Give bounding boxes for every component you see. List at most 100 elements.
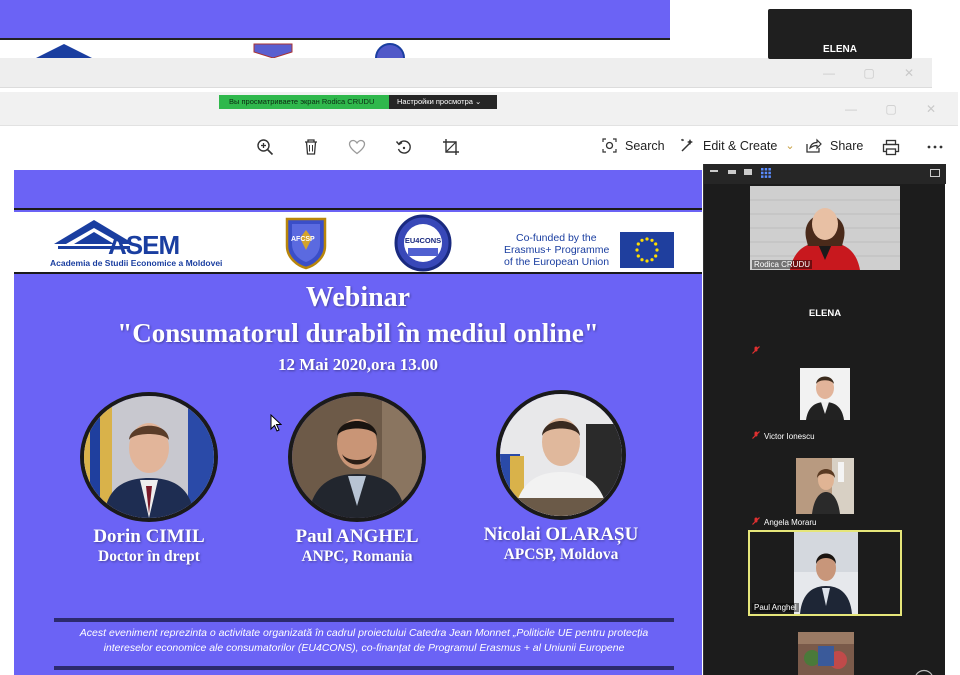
cofunded-line: Co-funded by the <box>516 232 597 244</box>
participant-name: Angela Moraru <box>764 518 817 527</box>
speaker-card: Dorin CIMIL Doctor în drept <box>64 392 234 566</box>
speaker-card: Paul ANGHEL ANPC, Romania <box>272 392 442 566</box>
participant-video <box>796 458 854 514</box>
eu4cons-logo-icon <box>375 43 405 58</box>
speaker-role: APCSP, Moldova <box>503 546 619 563</box>
participant-name: Paul Anghel <box>752 603 799 612</box>
cofunded-line: Erasmus+ Programme <box>504 244 610 256</box>
footer-divider <box>54 618 674 622</box>
footer-text: Acest eveniment reprezinta o activitate … <box>44 626 684 656</box>
speaker-name: Dorin CIMIL <box>93 526 205 547</box>
edit-create-button[interactable]: Edit & Create ⌄ <box>680 138 795 153</box>
maximize-icon[interactable]: ▢ <box>884 102 898 116</box>
participant-tile[interactable]: Victor Ionescu <box>750 358 900 442</box>
muted-mic-icon <box>752 431 760 439</box>
minimize-panel-icon[interactable] <box>710 170 718 172</box>
participant-video <box>800 368 850 420</box>
participant-tile[interactable]: Angela Moraru <box>750 444 900 528</box>
share-button[interactable]: Share <box>806 138 863 153</box>
footer-line: Acest eveniment reprezinta o activitate … <box>79 627 649 639</box>
chevron-down-icon: ⌄ <box>785 140 795 152</box>
share-icon <box>806 138 822 153</box>
zoom-in-icon[interactable] <box>254 136 276 158</box>
asem-subtitle: Academia de Studii Economice a Moldovei <box>50 258 223 268</box>
muted-mic-icon <box>752 346 760 354</box>
background-window-bar: — ▢ ✕ <box>0 58 932 88</box>
more-options-icon[interactable] <box>924 136 946 158</box>
scroll-down-icon[interactable] <box>914 668 934 675</box>
afcsp-logo-icon <box>253 43 293 58</box>
share-banner-message: Вы просматриваете экран Rodica CRUDU <box>219 95 389 109</box>
afcsp-shield-icon <box>285 217 327 270</box>
favorite-heart-icon[interactable] <box>346 136 368 158</box>
close-icon[interactable]: ✕ <box>924 102 938 116</box>
shared-slide: ASEM Academia de Studii Economice a Mold… <box>14 170 702 675</box>
speaker-name: Paul ANGHEL <box>295 526 419 547</box>
muted-mic-icon <box>752 517 760 525</box>
webinar-date: 12 Mai 2020,ora 13.00 <box>277 355 439 374</box>
asem-logo-icon <box>36 44 92 58</box>
rotate-icon[interactable] <box>393 136 415 158</box>
maximize-icon[interactable]: ▢ <box>862 66 876 80</box>
strip-view-icon[interactable] <box>728 170 736 174</box>
edit-magic-icon <box>681 138 693 152</box>
speaker-photo <box>496 390 626 520</box>
screen: — ▢ ✕ — ▢ ✕ ELENA Вы просматриваете экра… <box>0 0 960 675</box>
delete-icon[interactable] <box>300 136 322 158</box>
background-slide-window <box>0 0 670 40</box>
webinar-subtitle: "Consumatorul durabil în mediul online" <box>117 318 599 348</box>
afcsp-logo: AFCSP <box>284 216 328 270</box>
eu4cons-logo: EU4CONS <box>394 214 452 272</box>
screen-share-banner: Вы просматриваете экран Rodica CRUDU Нас… <box>219 95 497 109</box>
eu-flag-icon <box>620 232 674 268</box>
cofunded-text: Co-funded by the Erasmus+ Programme of t… <box>504 232 609 268</box>
participant-name: ELENA <box>808 308 842 319</box>
chevron-down-icon: ⌄ <box>475 97 482 106</box>
speaker-card: Nicolai OLARAȘU APCSP, Moldova <box>466 390 656 564</box>
search-button[interactable]: Search <box>602 138 665 153</box>
floating-participant-tile: ELENA <box>768 9 912 59</box>
speaker-view-icon[interactable] <box>744 169 752 175</box>
webinar-title: Webinar <box>305 282 411 313</box>
edit-create-label: Edit & Create <box>703 138 778 153</box>
participant-name: Victor Ionescu <box>764 432 815 441</box>
speaker-photo <box>80 392 218 522</box>
participant-tile[interactable]: Rodica CRUDU <box>750 186 900 270</box>
exit-fullscreen-icon[interactable] <box>930 169 940 177</box>
footer-divider <box>54 666 674 670</box>
gallery-view-icon[interactable] <box>761 168 771 178</box>
participant-video <box>798 632 854 675</box>
participant-name: Rodica CRUDU <box>752 260 813 269</box>
slide-logo-row: ASEM Academia de Studii Economice a Mold… <box>14 212 702 274</box>
search-label: Search <box>625 138 665 153</box>
minimize-icon[interactable]: — <box>844 102 858 116</box>
view-options-label: Настройки просмотра <box>397 97 473 106</box>
afcsp-logo-text: AFCSP <box>291 236 315 243</box>
photo-viewer-toolbar: Search Edit & Create ⌄ Share <box>0 126 960 168</box>
speaker-photo <box>288 392 426 522</box>
panel-header <box>704 164 946 184</box>
mouse-cursor-icon <box>270 414 282 432</box>
footer-line: intereselor economice ale consumatorilor… <box>103 642 625 654</box>
slide-top-band <box>14 170 702 210</box>
cofunded-line: of the European Union <box>504 256 610 268</box>
asem-logo-text: ASEM <box>108 230 180 260</box>
participant-video <box>794 532 858 614</box>
view-options-button[interactable]: Настройки просмотра ⌄ <box>389 95 497 109</box>
participants-panel: Rodica CRUDU ELENA Victor Ionescu Angela… <box>703 164 946 675</box>
share-label: Share <box>830 138 864 153</box>
background-logo-strip <box>0 40 670 58</box>
participant-tile[interactable] <box>750 628 900 675</box>
minimize-icon[interactable]: — <box>822 66 836 80</box>
eu4cons-logo-text: EU4CONS <box>404 236 442 245</box>
close-icon[interactable]: ✕ <box>902 66 916 80</box>
participant-name: ELENA <box>823 44 857 55</box>
crop-icon[interactable] <box>440 136 462 158</box>
print-icon[interactable] <box>880 136 902 158</box>
participant-video <box>750 186 900 270</box>
participant-tile[interactable]: ELENA <box>750 272 900 356</box>
speaker-name: Nicolai OLARAȘU <box>483 524 639 545</box>
participant-tile-active-speaker[interactable]: Paul Anghel <box>748 530 902 616</box>
speaker-role: Doctor în drept <box>98 548 200 565</box>
speaker-role: ANPC, Romania <box>301 548 413 565</box>
